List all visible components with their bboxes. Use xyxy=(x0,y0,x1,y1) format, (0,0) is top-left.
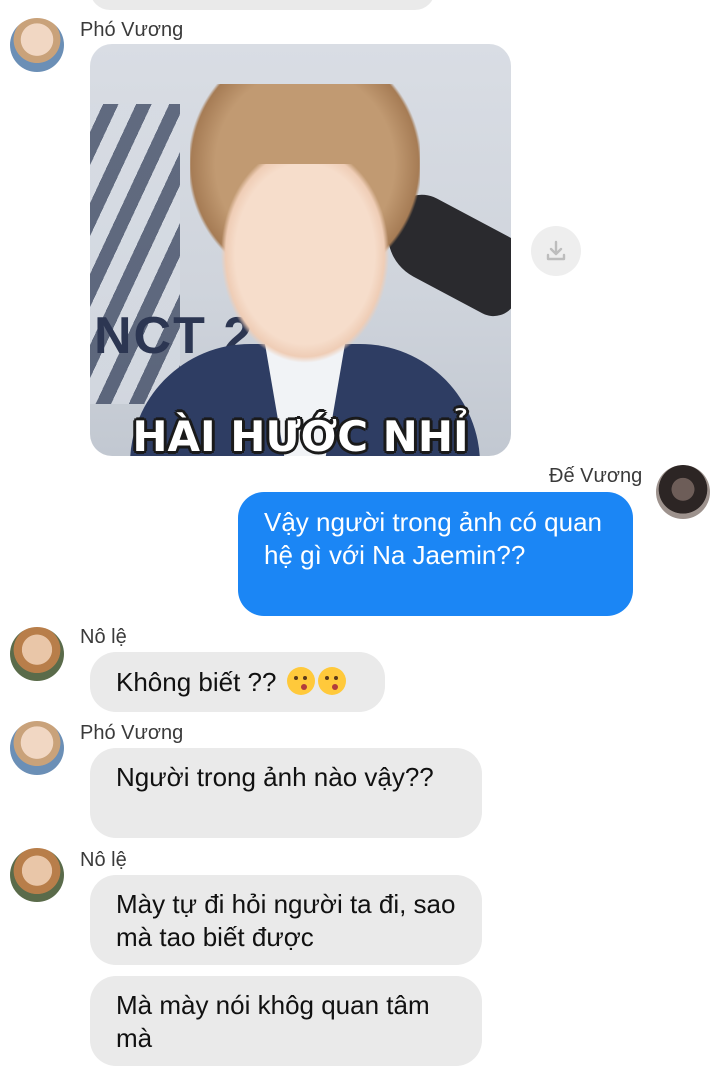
message-bubble-outgoing[interactable]: Vậy người trong ảnh có quan hệ gì với Na… xyxy=(238,492,633,616)
message-text: Người trong ảnh nào vậy?? xyxy=(116,762,434,792)
message-text: Mày tự đi hỏi người ta đi, sao mà tao bi… xyxy=(116,889,456,952)
sender-name: Nô lệ xyxy=(80,849,127,871)
avatar-pho-vuong[interactable] xyxy=(10,721,64,775)
image-caption: HÀI HƯỚC NHỈ xyxy=(132,412,469,456)
previous-message-bubble[interactable] xyxy=(90,0,435,10)
message-bubble-incoming[interactable]: Mày tự đi hỏi người ta đi, sao mà tao bi… xyxy=(90,875,482,965)
image-message[interactable]: NCT 2 HÀI HƯỚC NHỈ xyxy=(90,44,511,456)
avatar-no-le[interactable] xyxy=(10,627,64,681)
message-text: Không biết ?? xyxy=(116,667,277,697)
sender-name: Phó Vương xyxy=(80,722,184,744)
download-button[interactable] xyxy=(531,226,581,276)
kissing-face-emoji xyxy=(286,667,315,695)
message-bubble-incoming[interactable]: Mà mày nói khôg quan tâm mà xyxy=(90,976,482,1066)
photo-face xyxy=(220,164,390,364)
message-bubble-incoming[interactable]: Người trong ảnh nào vậy?? xyxy=(90,748,482,838)
message-bubble-incoming[interactable]: Không biết ?? xyxy=(90,652,385,712)
sender-name: Đế Vương xyxy=(549,465,643,487)
avatar-no-le[interactable] xyxy=(10,848,64,902)
sender-name: Nô lệ xyxy=(80,626,127,648)
avatar-pho-vuong[interactable] xyxy=(10,18,64,72)
message-text: Mà mày nói khôg quan tâm mà xyxy=(116,990,430,1053)
sender-name: Phó Vương xyxy=(80,19,184,41)
download-icon xyxy=(546,240,566,261)
avatar-de-vuong[interactable] xyxy=(656,465,710,519)
message-text: Vậy người trong ảnh có quan hệ gì với Na… xyxy=(264,507,603,570)
kissing-face-emoji xyxy=(317,667,346,695)
